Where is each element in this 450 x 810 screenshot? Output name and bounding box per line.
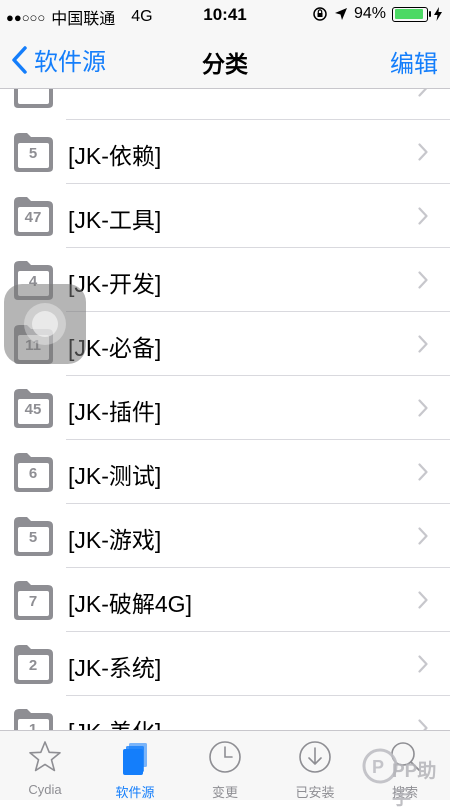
section-row[interactable]: 6 [JK-测试] bbox=[0, 440, 450, 504]
section-row[interactable]: 45 [JK-插件] bbox=[0, 376, 450, 440]
chevron-right-icon bbox=[418, 399, 428, 417]
assistive-touch-button[interactable] bbox=[4, 284, 86, 364]
tab-clock[interactable]: 变更 bbox=[180, 731, 270, 800]
section-row[interactable]: 5 [JK-游戏] bbox=[0, 504, 450, 568]
section-label: [JK-美化] bbox=[68, 713, 161, 730]
tab-star[interactable]: Cydia bbox=[0, 731, 90, 800]
section-label: [JK-依赖] bbox=[68, 143, 162, 169]
folder-icon: 2 bbox=[10, 642, 56, 686]
status-bar: ●●○○○ 中国联通 4G 10:41 94% bbox=[0, 0, 450, 30]
package-count: 7 bbox=[28, 593, 38, 610]
folder-icon bbox=[10, 89, 56, 110]
folder-icon: 7 bbox=[10, 578, 56, 622]
section-label: [JK-系统] bbox=[68, 655, 162, 681]
download-icon bbox=[299, 741, 331, 773]
section-row[interactable]: 5 [JK-依赖] bbox=[0, 120, 450, 184]
sources-icon bbox=[123, 743, 147, 775]
package-count: 5 bbox=[28, 145, 38, 162]
chevron-right-icon bbox=[418, 335, 428, 353]
rotation-lock-icon bbox=[313, 7, 327, 21]
battery-icon bbox=[392, 6, 431, 22]
package-count: 1 bbox=[28, 721, 38, 730]
chevron-right-icon bbox=[418, 719, 428, 730]
package-count: 5 bbox=[28, 529, 38, 546]
section-row[interactable] bbox=[0, 89, 450, 120]
section-label: [JK-工具] bbox=[68, 207, 162, 233]
section-row[interactable]: 7 [JK-破解4G] bbox=[0, 568, 450, 632]
charging-bolt-icon bbox=[434, 7, 442, 21]
package-count: 47 bbox=[24, 209, 42, 226]
section-list: 5[JK-依赖]47[JK-工具]4[JK-开发]11[JK-必备]45[JK-… bbox=[0, 89, 450, 730]
chevron-right-icon bbox=[418, 527, 428, 545]
clock-icon bbox=[209, 741, 241, 773]
package-count: 2 bbox=[28, 657, 38, 674]
navigation-bar: 软件源 分类 编辑 bbox=[0, 30, 450, 89]
svg-text:P: P bbox=[372, 757, 384, 777]
section-row[interactable]: 2 [JK-系统] bbox=[0, 632, 450, 696]
location-arrow-icon bbox=[334, 8, 347, 20]
folder-icon: 47 bbox=[10, 194, 56, 238]
chevron-right-icon bbox=[418, 655, 428, 673]
watermark-text: PP助手 bbox=[392, 761, 437, 809]
star-icon bbox=[29, 741, 61, 772]
battery-percent: 94% bbox=[353, 5, 386, 22]
section-label: [JK-游戏] bbox=[68, 527, 162, 553]
edit-button[interactable]: 编辑 bbox=[390, 44, 438, 79]
tab-sources[interactable]: 软件源 bbox=[90, 731, 180, 800]
section-label: [JK-破解4G] bbox=[68, 591, 192, 617]
section-row[interactable]: 47 [JK-工具] bbox=[0, 184, 450, 248]
chevron-right-icon bbox=[418, 207, 428, 225]
package-count: 45 bbox=[24, 401, 42, 418]
section-row[interactable]: 1 [JK-美化] bbox=[0, 696, 450, 730]
tab-label: 变更 bbox=[211, 785, 238, 800]
chevron-right-icon bbox=[418, 143, 428, 161]
chevron-right-icon bbox=[418, 463, 428, 481]
chevron-right-icon bbox=[418, 591, 428, 609]
section-label: [JK-插件] bbox=[68, 399, 162, 425]
page-title: 分类 bbox=[202, 51, 248, 77]
status-right: 94% bbox=[312, 5, 442, 23]
folder-icon: 1 bbox=[10, 706, 56, 730]
tab-download[interactable]: 已安装 bbox=[270, 731, 360, 800]
chevron-right-icon bbox=[418, 89, 428, 97]
tab-label: 已安装 bbox=[295, 785, 335, 800]
folder-icon: 45 bbox=[10, 386, 56, 430]
tab-label: Cydia bbox=[28, 782, 62, 797]
folder-icon: 5 bbox=[10, 130, 56, 174]
folder-icon: 6 bbox=[10, 450, 56, 494]
package-count: 6 bbox=[28, 465, 38, 482]
tab-label: 软件源 bbox=[115, 785, 155, 800]
folder-icon: 5 bbox=[10, 514, 56, 558]
pp-assistant-watermark: P PP助手 bbox=[362, 732, 444, 809]
section-label: [JK-测试] bbox=[68, 463, 162, 489]
chevron-right-icon bbox=[418, 271, 428, 289]
